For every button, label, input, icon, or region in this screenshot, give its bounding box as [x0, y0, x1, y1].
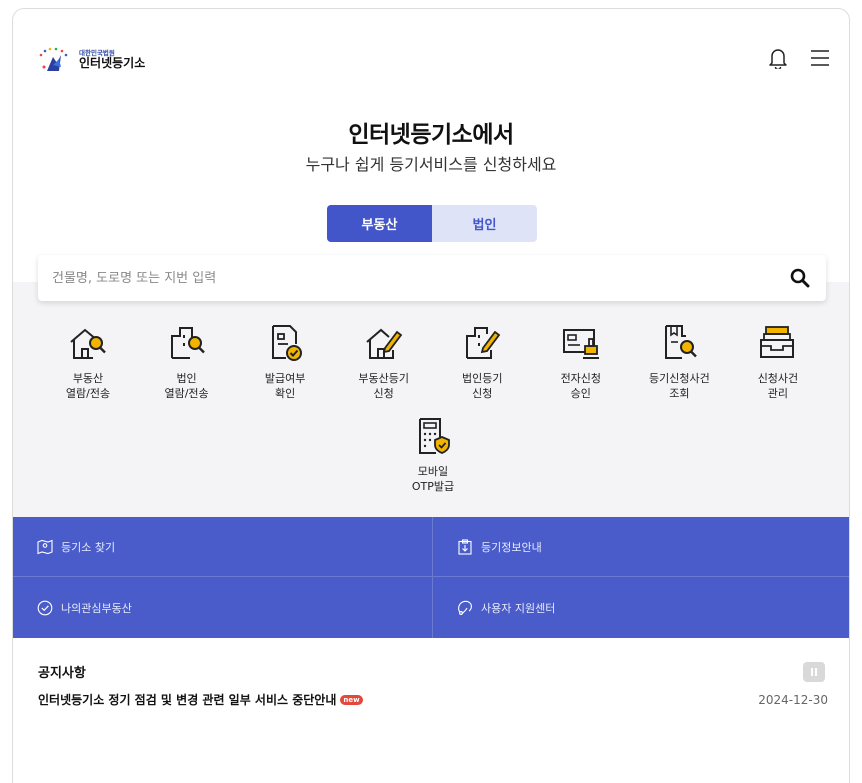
service-label-line2: 열람/전송	[65, 387, 111, 400]
search-icon[interactable]	[788, 266, 812, 290]
map-pin-icon	[37, 539, 53, 555]
service-real-estate-apply[interactable]: 부동산등기 신청	[339, 321, 429, 401]
notice-date: 2024-12-30	[758, 692, 828, 707]
folder-search-icon	[657, 321, 701, 365]
clipboard-download-icon	[457, 538, 473, 555]
document-check-icon	[263, 321, 307, 365]
service-label-line2: 신청	[472, 387, 493, 400]
menu-icon[interactable]	[809, 47, 831, 69]
header: 대한민국법원 인터넷등기소	[13, 9, 849, 109]
quick-menu: 등기소 찾기 등기정보안내 나의관심부동산 사용자 지원센터	[13, 517, 849, 638]
service-corporation-view[interactable]: 법인 열람/전송	[142, 321, 232, 401]
site-logo[interactable]: 대한민국법원 인터넷등기소	[37, 45, 145, 75]
id-card-stamp-icon	[559, 321, 603, 365]
search-bar	[38, 255, 826, 301]
quick-menu-label: 등기소 찾기	[61, 540, 116, 554]
service-case-lookup[interactable]: 등기신청사건 조회	[634, 321, 724, 401]
service-label-line1: 전자신청	[560, 372, 602, 385]
service-e-apply-approve[interactable]: 전자신청 승인	[536, 321, 626, 401]
new-badge: new	[340, 694, 363, 705]
pause-icon	[811, 668, 813, 676]
hero-title: 인터넷등기소에서	[348, 122, 514, 148]
service-issuance-check[interactable]: 발급여부 확인	[240, 321, 330, 401]
house-search-icon	[66, 321, 110, 365]
service-label-line2: 열람/전송	[164, 387, 209, 400]
service-label-line1: 신청사건	[757, 372, 799, 385]
notice-link[interactable]: 인터넷등기소 정기 점검 및 변경 관련 일부 서비스 중단안내 new	[38, 691, 363, 708]
service-label-line2: 관리	[767, 387, 789, 400]
tray-icon	[756, 321, 800, 365]
quick-menu-label: 나의관심부동산	[61, 601, 132, 615]
court-emblem-icon	[37, 45, 77, 75]
service-label-line1: 등기신청사건	[649, 372, 710, 385]
quick-menu-label: 사용자 지원센터	[481, 601, 556, 615]
service-label-line2: 확인	[274, 387, 296, 400]
service-case-manage[interactable]: 신청사건 관리	[733, 321, 823, 401]
service-label-line2: 승인	[570, 387, 591, 400]
page-frame: 대한민국법원 인터넷등기소 인터넷등기소에서 누구나 쉽게 등기서비스를 신청하	[12, 8, 850, 783]
headset-icon	[457, 600, 473, 616]
quick-menu-find-office[interactable]: 등기소 찾기	[13, 517, 433, 577]
service-label-line2: OTP발급	[411, 480, 455, 493]
service-mobile-otp[interactable]: 모바일 OTP발급	[388, 414, 478, 494]
search-type-toggle: 부동산 법인	[327, 205, 537, 242]
house-pen-icon	[362, 321, 406, 365]
service-label-line1: 법인등기	[462, 372, 503, 385]
service-grid: 부동산 열람/전송 법인 열람/전송 발급여부 확인 부동산등기 신청 법인등기…	[43, 321, 823, 401]
service-corporation-apply[interactable]: 법인등기 신청	[437, 321, 527, 401]
service-label-line1: 발급여부	[264, 372, 306, 385]
tab-real-estate[interactable]: 부동산	[327, 205, 432, 242]
search-input[interactable]	[52, 270, 788, 286]
service-label-line1: 모바일	[417, 465, 449, 478]
building-search-icon	[165, 321, 209, 365]
notice-text: 인터넷등기소 정기 점검 및 변경 관련 일부 서비스 중단안내	[38, 693, 337, 707]
tab-corporation[interactable]: 법인	[432, 205, 537, 242]
service-label-line1: 법인	[176, 372, 197, 385]
hero-subtitle: 누구나 쉽게 등기서비스를 신청하세요	[305, 155, 557, 174]
quick-menu-support-center[interactable]: 사용자 지원센터	[433, 577, 849, 638]
service-real-estate-view[interactable]: 부동산 열람/전송	[43, 321, 133, 401]
check-circle-icon	[37, 600, 53, 616]
bell-icon[interactable]	[767, 47, 789, 69]
quick-menu-registry-info[interactable]: 등기정보안내	[433, 517, 849, 577]
service-label-line1: 부동산	[72, 372, 104, 385]
pause-button[interactable]	[803, 662, 825, 682]
calculator-shield-icon	[411, 414, 455, 458]
quick-menu-label: 등기정보안내	[481, 540, 542, 554]
service-label-line2: 조회	[669, 387, 690, 400]
pause-icon	[815, 668, 817, 676]
service-label-line1: 부동산등기	[358, 372, 409, 385]
notice-item: 인터넷등기소 정기 점검 및 변경 관련 일부 서비스 중단안내 new 202…	[38, 691, 828, 708]
logo-title: 인터넷등기소	[79, 56, 146, 71]
notice-heading: 공지사항	[38, 666, 86, 681]
building-pen-icon	[460, 321, 504, 365]
service-label-line2: 신청	[373, 387, 394, 400]
quick-menu-my-property[interactable]: 나의관심부동산	[13, 577, 433, 638]
